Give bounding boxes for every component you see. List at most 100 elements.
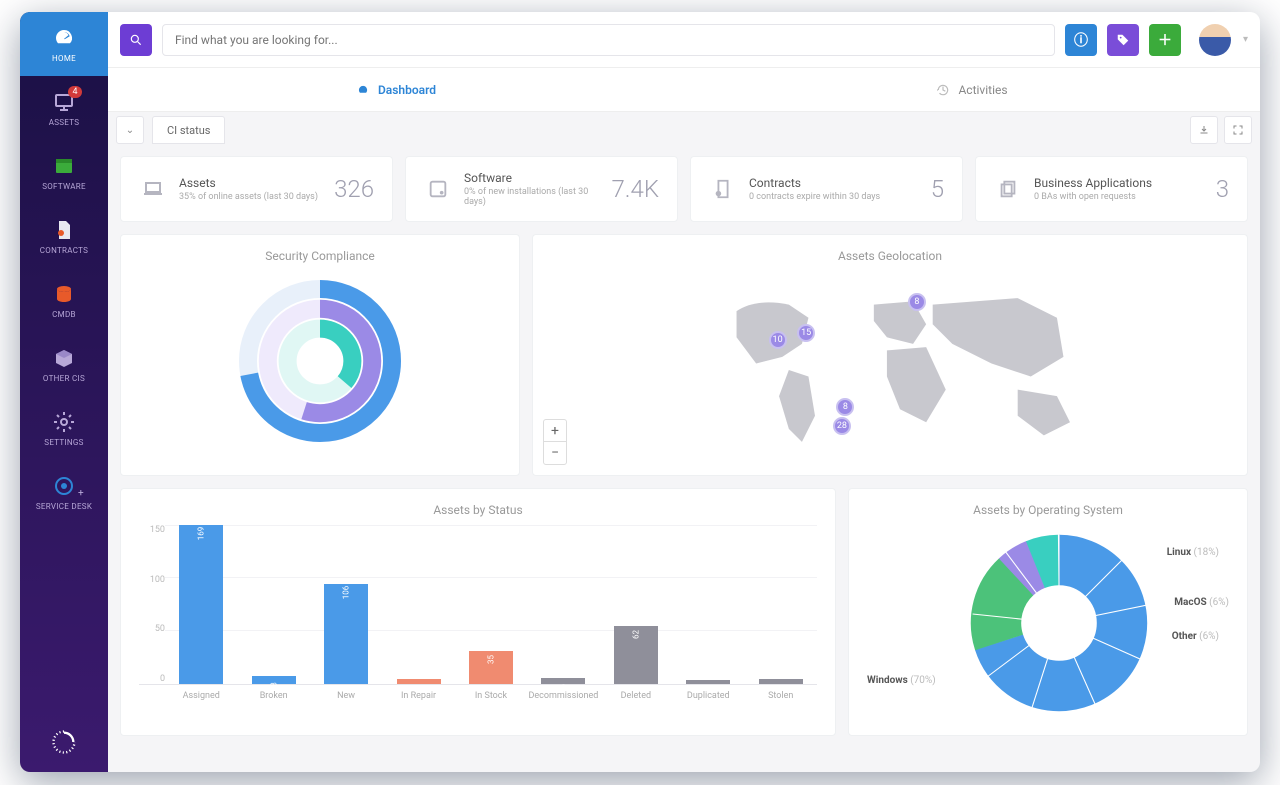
tag-button[interactable] — [1107, 24, 1139, 56]
kpi-assets[interactable]: Assets 35% of online assets (last 30 days… — [120, 156, 393, 222]
copy-icon — [994, 175, 1022, 203]
bars-container: 169810653566245 — [165, 525, 817, 684]
bar[interactable]: 35 — [455, 651, 527, 684]
tab-activities[interactable]: Activities — [684, 68, 1260, 111]
filter-tab-label: CI status — [167, 124, 210, 137]
chevron-down-icon[interactable]: ▾ — [1243, 34, 1248, 45]
kpi-contracts[interactable]: Contracts 0 contracts expire within 30 da… — [690, 156, 963, 222]
headset-icon — [52, 474, 76, 498]
card-assets-by-status: Assets by Status 150 100 50 0 1698106535… — [120, 488, 836, 736]
tab-label: Dashboard — [378, 83, 436, 97]
main-area: ⓘ ＋ ▾ Dashboard Activities ⌄ CI status — [108, 12, 1260, 772]
gauge-icon — [52, 26, 76, 50]
search-input[interactable] — [162, 24, 1055, 56]
kpi-sub: 35% of online assets (last 30 days) — [179, 192, 322, 202]
history-icon — [936, 83, 950, 97]
sidebar-item-home[interactable]: HOME — [20, 12, 108, 76]
x-label: Deleted — [600, 685, 672, 701]
plus-icon: ＋ — [1158, 30, 1172, 50]
bar[interactable]: 5 — [745, 679, 817, 684]
contract-icon — [709, 175, 737, 203]
gauge-icon — [356, 83, 370, 97]
x-axis-labels: AssignedBrokenNewIn RepairIn StockDecomm… — [165, 685, 817, 701]
kpi-title: Assets — [179, 176, 322, 190]
database-icon — [52, 282, 76, 306]
kpi-title: Software — [464, 171, 599, 185]
filter-toggle[interactable]: ⌄ — [116, 116, 144, 144]
map-pin[interactable]: 8 — [908, 293, 926, 311]
bar[interactable]: 169 — [165, 525, 237, 684]
app-frame: HOME 4 ASSETS SOFTWARE CONTRACTS CMDB OT… — [20, 12, 1260, 772]
download-button[interactable] — [1190, 116, 1218, 144]
filter-tab-ci-status[interactable]: CI status — [152, 116, 225, 144]
kpi-row: Assets 35% of online assets (last 30 days… — [120, 156, 1248, 222]
ext-marker: + — [78, 488, 84, 499]
y-axis: 150 100 50 0 — [139, 525, 165, 684]
sidebar-item-settings[interactable]: SETTINGS — [20, 396, 108, 460]
sidebar-item-label: SOFTWARE — [42, 182, 86, 191]
x-label: New — [310, 685, 382, 701]
sidebar-item-contracts[interactable]: CONTRACTS — [20, 204, 108, 268]
tab-label: Activities — [958, 83, 1007, 97]
bar[interactable]: 6 — [527, 678, 599, 684]
search-icon — [129, 33, 143, 47]
window-icon — [52, 154, 76, 178]
bar[interactable]: 106 — [310, 584, 382, 684]
box-icon — [52, 346, 76, 370]
kpi-value: 326 — [334, 175, 374, 203]
kpi-title: Business Applications — [1034, 176, 1204, 190]
sidebar-item-label: OTHER CIs — [43, 374, 85, 383]
map-pin[interactable]: 10 — [769, 331, 787, 349]
world-map-svg — [573, 285, 1227, 455]
download-icon — [1198, 124, 1210, 136]
legend-other: Other (6%) — [1172, 631, 1219, 642]
card-title: Assets by Operating System — [849, 489, 1247, 525]
expand-icon — [1232, 124, 1244, 136]
info-icon: ⓘ — [1074, 30, 1088, 50]
bar[interactable]: 8 — [237, 676, 309, 684]
card-security-compliance: Security Compliance — [120, 234, 520, 476]
sidebar: HOME 4 ASSETS SOFTWARE CONTRACTS CMDB OT… — [20, 12, 108, 772]
add-button[interactable]: ＋ — [1149, 24, 1181, 56]
card-assets-geolocation: Assets Geolocation — [532, 234, 1248, 476]
kpi-sub: 0 contracts expire within 30 days — [749, 192, 919, 202]
security-donut-chart — [230, 271, 410, 451]
card-title: Assets by Status — [121, 489, 835, 525]
bar[interactable]: 4 — [672, 680, 744, 684]
info-button[interactable]: ⓘ — [1065, 24, 1097, 56]
zoom-out-button[interactable]: − — [544, 442, 566, 464]
kpi-business-apps[interactable]: Business Applications0 BAs with open req… — [975, 156, 1248, 222]
legend-windows: Windows (70%) — [867, 675, 936, 686]
disk-icon — [424, 175, 452, 203]
sidebar-item-assets[interactable]: 4 ASSETS — [20, 76, 108, 140]
sidebar-item-software[interactable]: SOFTWARE — [20, 140, 108, 204]
kpi-value: 7.4K — [611, 175, 659, 203]
world-map[interactable] — [573, 285, 1227, 455]
kpi-title: Contracts — [749, 176, 919, 190]
laptop-icon — [139, 175, 167, 203]
badge: 4 — [68, 86, 82, 98]
sidebar-item-servicedesk[interactable]: + SERVICE DESK — [20, 460, 108, 524]
os-pie-chart — [959, 533, 1159, 713]
avatar[interactable] — [1199, 24, 1231, 56]
sidebar-logo — [20, 728, 108, 772]
kpi-software[interactable]: Software0% of new installations (last 30… — [405, 156, 678, 222]
map-pin[interactable]: 15 — [797, 324, 815, 342]
tab-dashboard[interactable]: Dashboard — [108, 68, 684, 111]
legend-linux: Linux (18%) — [1167, 547, 1219, 558]
bar[interactable]: 62 — [600, 626, 672, 684]
sidebar-item-label: SERVICE DESK — [36, 502, 92, 511]
view-tabs: Dashboard Activities — [108, 68, 1260, 112]
search-button[interactable] — [120, 24, 152, 56]
x-label: Assigned — [165, 685, 237, 701]
bar[interactable]: 5 — [382, 679, 454, 684]
sidebar-item-cmdb[interactable]: CMDB — [20, 268, 108, 332]
gear-icon — [52, 410, 76, 434]
x-label: Broken — [237, 685, 309, 701]
sidebar-item-other[interactable]: OTHER CIs — [20, 332, 108, 396]
card-assets-by-os: Assets by Operating System Linux (18%) M… — [848, 488, 1248, 736]
x-label: In Stock — [455, 685, 527, 701]
zoom-in-button[interactable]: + — [544, 420, 566, 442]
fullscreen-button[interactable] — [1224, 116, 1252, 144]
sidebar-item-label: CMDB — [52, 310, 76, 319]
